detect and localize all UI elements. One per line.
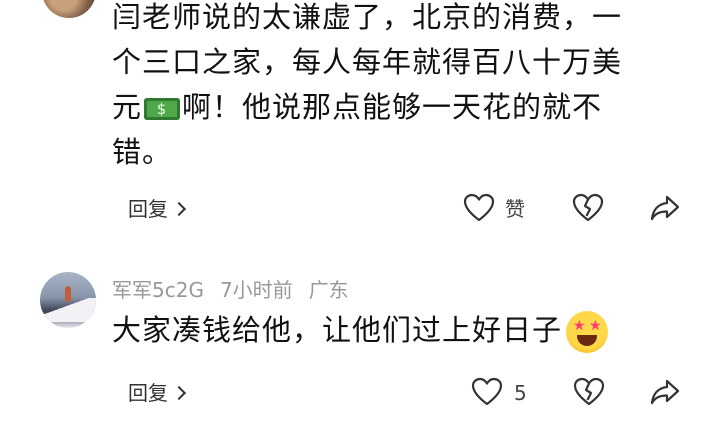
chevron-right-icon bbox=[171, 385, 187, 400]
like-heart-icon[interactable] bbox=[470, 375, 504, 409]
share-arrow-icon[interactable] bbox=[648, 191, 682, 225]
broken-heart-icon[interactable] bbox=[572, 375, 606, 409]
comment-text: 大家凑钱给他，让他们过上好日子 ★ ★ bbox=[112, 308, 692, 353]
username[interactable]: 军军5c2G bbox=[112, 278, 204, 302]
chevron-right-icon bbox=[171, 201, 187, 216]
star-struck-emoji-icon: ★ ★ bbox=[566, 311, 609, 353]
reply-label: 回复 bbox=[128, 197, 168, 221]
comment-action-bar: 回复 赞 bbox=[0, 189, 718, 229]
broken-heart-icon[interactable] bbox=[571, 191, 605, 225]
like-count[interactable]: 5 bbox=[514, 373, 527, 413]
comment-text: 闫老师说的太谦虚了，北京的消费，一 个三口之家，每人每年就得百八十万美 元啊！他… bbox=[112, 0, 702, 175]
comment-action-bar: 回复 5 bbox=[0, 373, 718, 413]
reply-button[interactable]: 回复 bbox=[128, 189, 187, 229]
reply-button[interactable]: 回复 bbox=[128, 373, 187, 413]
comment-time: 7小时前 bbox=[219, 278, 293, 302]
like-label[interactable]: 赞 bbox=[505, 189, 525, 229]
reply-label: 回复 bbox=[128, 381, 168, 405]
avatar[interactable] bbox=[40, 272, 96, 328]
like-heart-icon[interactable] bbox=[462, 191, 496, 225]
dollar-banknote-emoji-icon bbox=[144, 98, 181, 120]
comment-location: 广东 bbox=[308, 278, 349, 302]
comment-meta: 军军5c2G 7小时前 广东 bbox=[112, 272, 365, 308]
avatar[interactable] bbox=[42, 0, 96, 18]
share-arrow-icon[interactable] bbox=[648, 375, 682, 409]
